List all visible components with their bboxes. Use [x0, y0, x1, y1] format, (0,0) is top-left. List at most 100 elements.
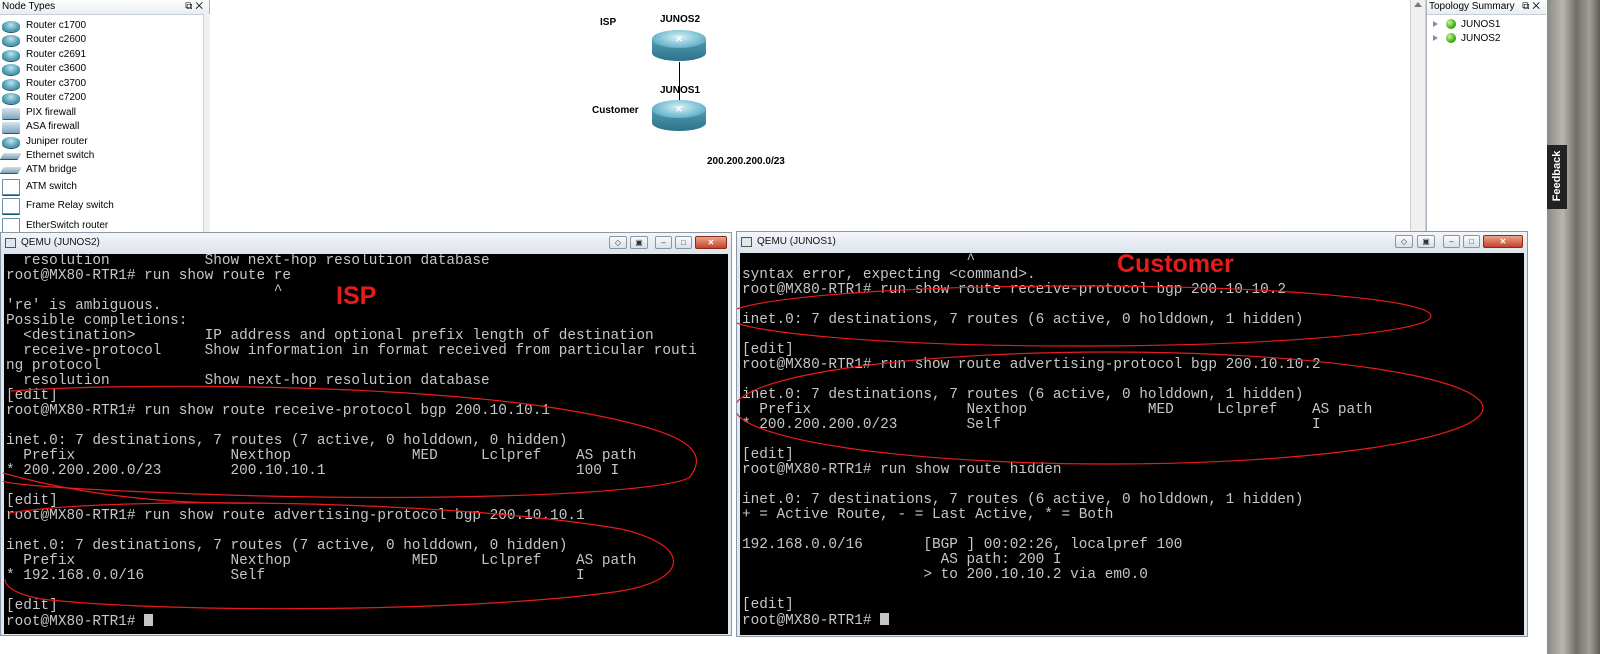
qemu-window-junos1[interactable]: QEMU (JUNOS1) ◇ ▣ – □ ✕ ^ syntax error, e… — [736, 231, 1528, 637]
customer-label: Customer — [592, 105, 639, 116]
bridge-icon — [0, 167, 22, 173]
terminal-line: ^ — [742, 253, 976, 268]
maximize-button[interactable]: □ — [675, 236, 692, 249]
atm-switch-icon — [2, 179, 20, 195]
node-type-label: Router c3600 — [26, 63, 87, 74]
close-icon[interactable]: ✕ — [1532, 1, 1543, 12]
node-types-scrollbar[interactable] — [203, 14, 210, 236]
terminal-line: [edit] — [6, 493, 58, 509]
router-icon — [2, 49, 20, 61]
terminal-line: root@MX80-RTR1# run show route receive-p… — [742, 282, 1287, 298]
node-type-item[interactable]: Router c2600 — [2, 33, 86, 47]
terminal-line: root@MX80-RTR1# — [6, 614, 154, 630]
minimize-button[interactable]: – — [1443, 235, 1460, 248]
restore-icon[interactable]: ▣ — [630, 236, 648, 249]
router-icon — [2, 136, 20, 148]
resize-icon[interactable]: ◇ — [1395, 235, 1413, 248]
topology-item-label: JUNOS2 — [1461, 33, 1501, 44]
node-type-item[interactable]: Router c3700 — [2, 77, 86, 91]
float-icon[interactable]: ⧉ — [185, 1, 195, 12]
node-type-item[interactable]: EtherSwitch router — [2, 218, 108, 234]
terminal-screen[interactable]: resolution Show next-hop resolution data… — [4, 254, 728, 634]
node-type-item[interactable]: Frame Relay switch — [2, 198, 114, 214]
feedback-tab[interactable]: Feedback — [1547, 145, 1567, 209]
terminal-line: Possible completions: — [6, 313, 188, 329]
terminal-line: * 192.168.0.0/16 Self I — [6, 568, 585, 584]
minimize-button[interactable]: – — [655, 236, 672, 249]
node-type-item[interactable]: PIX firewall — [2, 106, 76, 120]
maximize-button[interactable]: □ — [1463, 235, 1480, 248]
node-type-item[interactable]: Ethernet switch — [0, 149, 95, 163]
qemu-title-bar[interactable]: QEMU (JUNOS1) ◇ ▣ – □ ✕ — [737, 232, 1527, 252]
isp-annotation: ISP — [336, 282, 377, 310]
terminal-line: <destination> IP address and optional pr… — [6, 328, 654, 344]
node-type-label: Router c3700 — [26, 78, 87, 89]
firewall-icon — [2, 107, 20, 119]
terminal-line: 192.168.0.0/16 [BGP ] 00:02:26, localpre… — [742, 537, 1183, 553]
terminal-screen[interactable]: ^ syntax error, expecting <command>. root@… — [740, 253, 1524, 635]
junos2-router-node[interactable]: ✕ — [652, 30, 706, 64]
close-button[interactable]: ✕ — [1483, 235, 1523, 248]
window-icon — [741, 237, 752, 247]
terminal-line: ^ — [6, 283, 283, 299]
router-icon — [2, 78, 20, 90]
node-type-label: Ethernet switch — [26, 150, 95, 161]
status-green-icon — [1446, 33, 1456, 44]
close-icon[interactable]: ✕ — [195, 1, 206, 12]
terminal-line: ng protocol — [6, 358, 101, 374]
dock-buttons: ⧉✕ — [1522, 0, 1543, 14]
topology-item-junos1[interactable]: JUNOS1 — [1433, 18, 1500, 32]
node-type-item[interactable]: Router c3600 — [2, 62, 86, 76]
frame-relay-icon — [2, 198, 20, 214]
terminal-line: root@MX80-RTR1# run show route advertisi… — [742, 357, 1321, 373]
terminal-line: * 200.200.200.0/23 Self I — [742, 417, 1321, 433]
topology-summary-title: Topology Summary — [1429, 1, 1515, 12]
terminal-line: [edit] — [742, 447, 794, 463]
node-type-item[interactable]: ATM switch — [2, 179, 77, 195]
router-icon — [2, 20, 20, 32]
terminal-line: AS path: 200 I — [742, 552, 1062, 568]
customer-annotation: Customer — [1117, 250, 1234, 278]
close-button[interactable]: ✕ — [695, 236, 727, 249]
isp-label: ISP — [600, 17, 617, 28]
float-icon[interactable]: ⧉ — [1522, 1, 1532, 12]
terminal-line: root@MX80-RTR1# run show route receive-p… — [6, 403, 551, 419]
expand-arrow-icon[interactable] — [1433, 35, 1438, 42]
terminal-line: [edit] — [6, 388, 58, 404]
topology-item-junos2[interactable]: JUNOS2 — [1433, 32, 1500, 46]
qemu-title-bar[interactable]: QEMU (JUNOS2) ◇ ▣ – □ ✕ — [1, 233, 731, 253]
terminal-line: Prefix Nexthop MED Lclpref AS path — [6, 553, 637, 569]
canvas-scrollbar[interactable] — [1410, 0, 1426, 236]
terminal-line: Prefix Nexthop MED Lclpref AS path — [742, 402, 1373, 418]
node-type-item[interactable]: Juniper router — [2, 135, 88, 149]
expand-arrow-icon[interactable] — [1433, 21, 1438, 28]
switch-icon — [0, 153, 22, 159]
link-line[interactable] — [679, 62, 680, 102]
node-type-label: PIX firewall — [26, 107, 77, 118]
node-type-item[interactable]: Router c2691 — [2, 48, 86, 62]
node-type-label: ASA firewall — [26, 121, 80, 132]
node-types-panel: Node Types ⧉✕ Router c1700 Router c2600 Ro… — [0, 0, 210, 236]
resize-icon[interactable]: ◇ — [609, 236, 627, 249]
restore-icon[interactable]: ▣ — [1417, 235, 1435, 248]
terminal-line: inet.0: 7 destinations, 7 routes (6 acti… — [742, 492, 1304, 508]
node-type-item[interactable]: Router c7200 — [2, 91, 86, 105]
qemu-window-junos2[interactable]: QEMU (JUNOS2) ◇ ▣ – □ ✕ resolution Show … — [0, 232, 732, 636]
dock-buttons: ⧉✕ — [185, 0, 206, 14]
terminal-line: resolution Show next-hop resolution data… — [6, 373, 490, 389]
terminal-line: syntax error, expecting <command>. — [742, 267, 1036, 283]
status-green-icon — [1446, 19, 1456, 30]
terminal-line: * 200.200.200.0/23 200.10.10.1 100 I — [6, 463, 620, 479]
node-type-label: Router c7200 — [26, 92, 87, 103]
node-types-title: Node Types — [2, 1, 56, 12]
node-type-item[interactable]: ATM bridge — [0, 163, 77, 177]
scroll-up-arrow-icon[interactable] — [1414, 2, 1422, 7]
node-type-item[interactable]: Router c1700 — [2, 19, 86, 33]
prefix-note: 200.200.200.0/23 — [707, 156, 785, 167]
topology-canvas[interactable]: ISP JUNOS2 ✕ JUNOS1 Customer ✕ 200.200.2… — [210, 0, 1410, 232]
node-types-title-bar: Node Types ⧉✕ — [0, 0, 209, 15]
junos1-router-node[interactable]: ✕ — [652, 100, 706, 134]
firewall-icon — [2, 121, 20, 133]
terminal-line: [edit] — [742, 597, 794, 613]
node-type-item[interactable]: ASA firewall — [2, 120, 79, 134]
